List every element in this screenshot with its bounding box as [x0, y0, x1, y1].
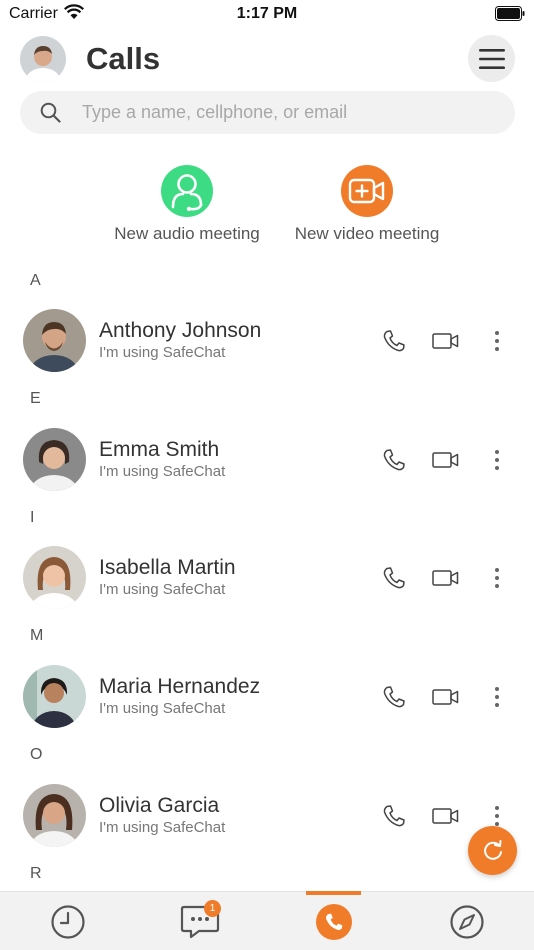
avatar: [23, 428, 86, 491]
refresh-icon: [483, 839, 502, 860]
more-options-icon[interactable]: [490, 566, 504, 590]
search-icon: [40, 102, 61, 123]
contact-name: Emma Smith: [99, 438, 220, 461]
avatar: [23, 665, 86, 728]
contact-row-emma-smith[interactable]: Emma Smith I'm using SafeChat: [0, 428, 534, 492]
section-header-m: M: [30, 627, 44, 644]
phone-icon[interactable]: [382, 448, 406, 472]
contact-status: I'm using SafeChat: [99, 463, 226, 480]
search-bar[interactable]: [20, 91, 515, 134]
contact-status: I'm using SafeChat: [99, 700, 226, 717]
avatar: [23, 546, 86, 609]
contact-name: Isabella Martin: [99, 556, 236, 579]
contact-row-anthony-johnson[interactable]: Anthony Johnson I'm using SafeChat: [0, 309, 534, 373]
video-camera-icon[interactable]: [432, 806, 459, 826]
contact-status: I'm using SafeChat: [99, 581, 226, 598]
more-options-icon[interactable]: [490, 448, 504, 472]
phone-icon[interactable]: [382, 804, 406, 828]
avatar: [23, 784, 86, 847]
calls-tab-circle: [316, 903, 352, 940]
contact-row-olivia-garcia[interactable]: Olivia Garcia I'm using SafeChat: [0, 784, 534, 848]
more-options-icon[interactable]: [490, 329, 504, 353]
new-audio-meeting-button[interactable]: New audio meeting: [105, 165, 269, 244]
contact-status: I'm using SafeChat: [99, 819, 226, 836]
video-camera-icon[interactable]: [432, 568, 459, 588]
contact-name: Maria Hernandez: [99, 675, 261, 698]
phone-icon[interactable]: [382, 566, 406, 590]
search-input[interactable]: [82, 91, 502, 134]
chat-badge: 1: [204, 900, 221, 917]
tab-bar: 1: [0, 891, 534, 950]
video-add-icon: [348, 178, 385, 204]
tab-calls[interactable]: [294, 892, 374, 950]
menu-button[interactable]: [468, 35, 515, 82]
phone-icon[interactable]: [382, 329, 406, 353]
battery-icon: [495, 6, 525, 21]
tab-history[interactable]: [28, 892, 108, 950]
audio-meeting-circle: [161, 165, 213, 217]
phone-icon[interactable]: [382, 685, 406, 709]
contact-name: Anthony Johnson: [99, 319, 262, 342]
phone-icon: [326, 913, 343, 930]
refresh-button[interactable]: [468, 826, 517, 875]
more-options-icon[interactable]: [490, 685, 504, 709]
section-header-r: R: [30, 865, 42, 882]
section-header-o: O: [30, 746, 43, 763]
hamburger-icon: [478, 48, 505, 69]
contact-status: I'm using SafeChat: [99, 344, 226, 361]
video-camera-icon[interactable]: [432, 331, 459, 351]
video-meeting-circle: [341, 165, 393, 217]
status-time: 1:17 PM: [236, 5, 298, 22]
status-bar: Carrier 1:17 PM: [0, 0, 534, 30]
contact-row-isabella-martin[interactable]: Isabella Martin I'm using SafeChat: [0, 546, 534, 610]
more-options-icon[interactable]: [490, 804, 504, 828]
headset-person-icon: [171, 174, 203, 211]
audio-meeting-label: New audio meeting: [114, 224, 260, 243]
avatar: [23, 309, 86, 372]
section-header-i: I: [30, 509, 35, 526]
page-title: Calls: [86, 41, 161, 76]
section-header-a: A: [30, 272, 41, 289]
compass-icon: [450, 904, 484, 939]
contact-name: Olivia Garcia: [99, 794, 220, 817]
video-camera-icon[interactable]: [432, 450, 459, 470]
section-header-e: E: [30, 390, 41, 407]
profile-avatar[interactable]: [20, 36, 66, 82]
new-video-meeting-button[interactable]: New video meeting: [286, 165, 448, 244]
header: Calls: [0, 34, 534, 84]
video-camera-icon[interactable]: [432, 687, 459, 707]
history-icon: [51, 904, 85, 939]
contact-row-maria-hernandez[interactable]: Maria Hernandez I'm using SafeChat: [0, 665, 534, 729]
tab-chat[interactable]: 1: [160, 892, 240, 950]
tab-discover[interactable]: [427, 892, 507, 950]
video-meeting-label: New video meeting: [294, 224, 440, 243]
